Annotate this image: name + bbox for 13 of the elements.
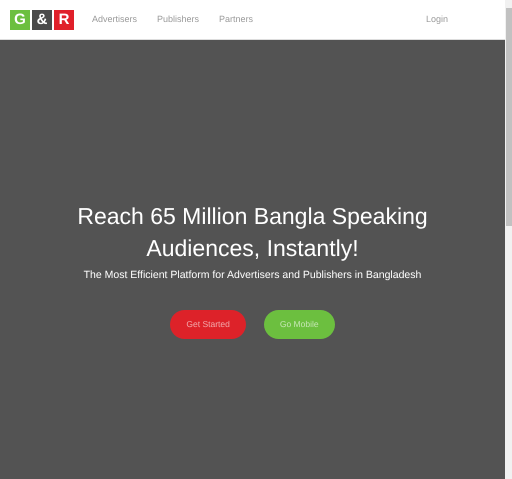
nav-link[interactable]: Publishers [157,12,200,26]
go-mobile-button[interactable]: Go Mobile [264,310,335,339]
hero-heading: Reach 65 Million Bangla Speaking Audiences, Instantly! [76,202,429,264]
logo-letter: & [32,10,52,30]
scrollbar[interactable] [505,0,512,479]
nav-link[interactable]: Partners [219,12,254,26]
get-started-button[interactable]: Get Started [170,310,246,339]
scrollbar-thumb[interactable] [506,8,512,226]
logo-letter: G [10,10,30,30]
logo-letter: R [54,10,74,30]
nav-link[interactable]: Advertisers [92,12,138,26]
login-link[interactable]: Login [426,12,448,26]
hero-subheading: The Most Efficient Platform for Advertisers and Publishers in Bangladesh [84,268,422,284]
